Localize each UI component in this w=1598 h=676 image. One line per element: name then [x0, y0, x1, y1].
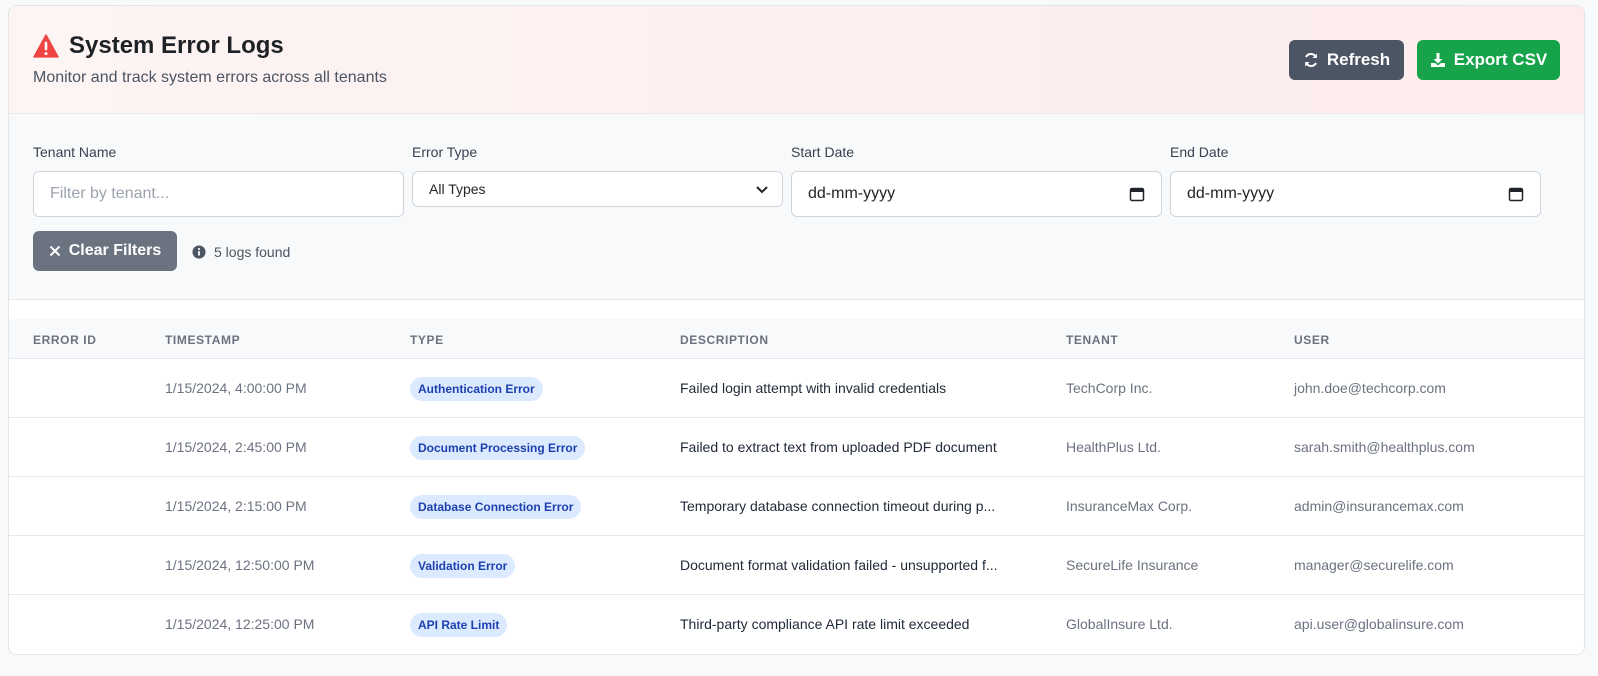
timestamp-cell: 1/15/2024, 4:00:00 PM — [165, 380, 307, 396]
export-label: Export CSV — [1453, 50, 1548, 69]
info-icon — [192, 245, 206, 259]
error-type-badge: API Rate Limit — [410, 613, 508, 637]
column-header-timestamp[interactable]: TIMESTAMP — [165, 333, 240, 347]
refresh-button[interactable]: Refresh — [1289, 40, 1404, 80]
error-type-filter-group: Error Type All Types — [412, 144, 783, 207]
type-cell: Database Connection Error — [410, 495, 582, 519]
table-header: ERROR ID TIMESTAMP TYPE DESCRIPTION TENA… — [9, 319, 1584, 359]
clear-filters-label: Clear Filters — [68, 242, 162, 259]
start-date-label: Start Date — [791, 144, 855, 160]
user-cell: admin@insurancemax.com — [1294, 498, 1464, 514]
log-count: 5 logs found — [192, 244, 290, 260]
download-icon — [1430, 53, 1445, 67]
tenant-label: Tenant Name — [33, 144, 117, 160]
end-date-label: End Date — [1170, 144, 1229, 160]
description-cell: Failed to extract text from uploaded PDF… — [680, 439, 997, 455]
user-cell: sarah.smith@healthplus.com — [1294, 439, 1475, 455]
warning-triangle-icon — [33, 34, 59, 58]
end-date-filter-group: End Date dd-mm-yyyy — [1170, 144, 1541, 217]
refresh-label: Refresh — [1326, 50, 1391, 69]
error-type-value: All Types — [429, 181, 486, 197]
tenant-filter-group: Tenant Name Filter by tenant... — [33, 144, 404, 217]
table-row[interactable]: 1/15/2024, 4:00:00 PM Authentication Err… — [9, 359, 1584, 418]
clear-filters-button[interactable]: Clear Filters — [33, 231, 177, 271]
tenant-cell: SecureLife Insurance — [1066, 557, 1199, 573]
error-type-label: Error Type — [412, 144, 478, 160]
type-cell: Document Processing Error — [410, 436, 586, 460]
user-cell: api.user@globalinsure.com — [1294, 616, 1464, 632]
description-cell: Document format validation failed - unsu… — [680, 557, 998, 573]
type-cell: Authentication Error — [410, 377, 543, 401]
filters-panel: Tenant Name Filter by tenant... Error Ty… — [9, 114, 1584, 300]
timestamp-cell: 1/15/2024, 12:50:00 PM — [165, 557, 315, 573]
start-date-value: dd-mm-yyyy — [808, 185, 896, 202]
page-header: System Error Logs Monitor and track syst… — [9, 6, 1584, 114]
column-header-description[interactable]: DESCRIPTION — [680, 333, 769, 347]
column-header-user[interactable]: USER — [1294, 333, 1330, 347]
timestamp-cell: 1/15/2024, 2:15:00 PM — [165, 498, 307, 514]
end-date-value: dd-mm-yyyy — [1187, 185, 1275, 202]
calendar-icon[interactable] — [1508, 186, 1524, 202]
start-date-input[interactable]: dd-mm-yyyy — [791, 171, 1162, 217]
export-csv-button[interactable]: Export CSV — [1417, 40, 1560, 80]
user-cell: john.doe@techcorp.com — [1294, 380, 1446, 396]
description-cell: Failed login attempt with invalid creden… — [680, 380, 947, 396]
title-row: System Error Logs — [33, 32, 284, 60]
tenant-cell: HealthPlus Ltd. — [1066, 439, 1161, 455]
tenant-cell: InsuranceMax Corp. — [1066, 498, 1193, 514]
type-cell: Validation Error — [410, 554, 516, 578]
page-title: System Error Logs — [69, 32, 284, 59]
description-cell: Temporary database connection timeout du… — [680, 498, 996, 514]
end-date-input[interactable]: dd-mm-yyyy — [1170, 171, 1541, 217]
error-type-badge: Validation Error — [410, 554, 516, 578]
error-type-badge: Document Processing Error — [410, 436, 586, 460]
log-count-text: 5 logs found — [214, 244, 291, 260]
page-subtitle: Monitor and track system errors across a… — [33, 69, 387, 86]
calendar-icon[interactable] — [1129, 186, 1145, 202]
user-cell: manager@securelife.com — [1294, 557, 1454, 573]
timestamp-cell: 1/15/2024, 12:25:00 PM — [165, 616, 315, 632]
close-icon — [49, 245, 60, 257]
table-row[interactable]: 1/15/2024, 12:25:00 PM API Rate Limit Th… — [9, 595, 1584, 654]
tenant-input[interactable]: Filter by tenant... — [33, 171, 404, 217]
tenant-cell: GlobalInsure Ltd. — [1066, 616, 1173, 632]
error-log-table: ERROR ID TIMESTAMP TYPE DESCRIPTION TENA… — [9, 319, 1584, 654]
table-row[interactable]: 1/15/2024, 12:50:00 PM Validation Error … — [9, 536, 1584, 595]
column-header-error-id[interactable]: ERROR ID — [33, 333, 96, 347]
tenant-placeholder: Filter by tenant... — [50, 185, 170, 202]
column-header-tenant[interactable]: TENANT — [1066, 333, 1118, 347]
table-row[interactable]: 1/15/2024, 2:45:00 PM Document Processin… — [9, 418, 1584, 477]
error-type-select[interactable]: All Types — [412, 171, 783, 207]
timestamp-cell: 1/15/2024, 2:45:00 PM — [165, 439, 307, 455]
type-cell: API Rate Limit — [410, 613, 508, 637]
table-row[interactable]: 1/15/2024, 2:15:00 PM Database Connectio… — [9, 477, 1584, 536]
description-cell: Third-party compliance API rate limit ex… — [680, 616, 970, 632]
error-type-badge: Database Connection Error — [410, 495, 582, 519]
chevron-down-icon — [756, 186, 768, 194]
error-logs-card: System Error Logs Monitor and track syst… — [8, 5, 1585, 655]
tenant-cell: TechCorp Inc. — [1066, 380, 1153, 396]
refresh-icon — [1304, 53, 1317, 67]
error-type-badge: Authentication Error — [410, 377, 543, 401]
start-date-filter-group: Start Date dd-mm-yyyy — [791, 144, 1162, 217]
column-header-type[interactable]: TYPE — [410, 333, 444, 347]
